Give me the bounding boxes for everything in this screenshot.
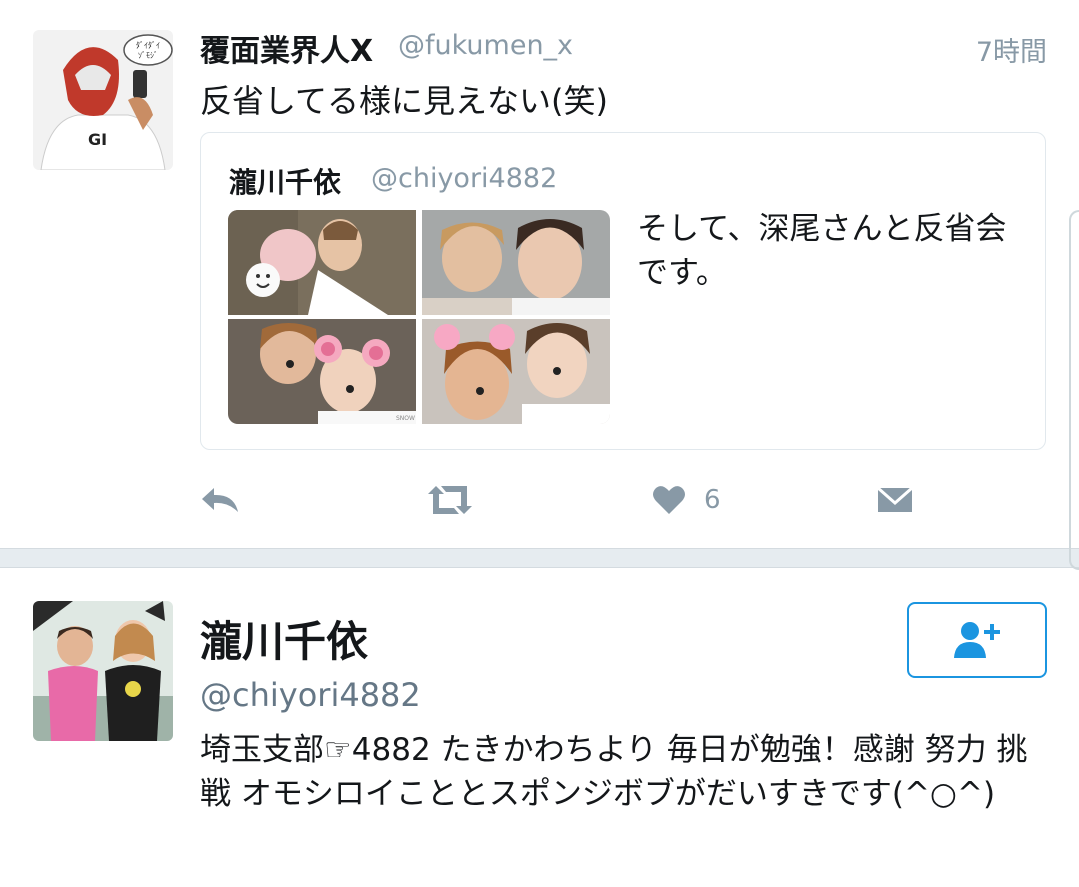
like-button[interactable]: 6 (652, 478, 721, 522)
author-name[interactable]: 覆面業界人X (200, 26, 373, 70)
profile-card[interactable]: 瀧川千依 @chiyori4882 埼玉支部☞4882 たきかわちより 毎日が勉… (0, 568, 1079, 887)
tweet-actions: 6 (200, 478, 1046, 522)
follow-button[interactable] (907, 602, 1047, 678)
heart-icon (653, 486, 685, 514)
tweet-timestamp[interactable]: 7時間 (976, 30, 1047, 69)
quoted-photo-3[interactable]: SNOW (228, 319, 416, 424)
profile-avatar[interactable] (33, 601, 173, 741)
quoted-photo-4[interactable] (422, 319, 610, 424)
reply-button[interactable] (200, 478, 240, 522)
quoted-author-handle: @chiyori4882 (371, 163, 558, 194)
svg-text:GI: GI (88, 130, 107, 149)
tweet[interactable]: ﾀﾞｲﾀﾞｲ ｿﾞﾓｼﾞ GI 覆面業界人X @fukumen_x 7時間 反省… (0, 0, 1079, 548)
quoted-photo-2[interactable] (422, 210, 610, 315)
profile-handle[interactable]: @chiyori4882 (200, 676, 421, 714)
tweet-text: 反省してる様に見えない(笑) (200, 82, 609, 120)
author-avatar[interactable]: ﾀﾞｲﾀﾞｲ ｿﾞﾓｼﾞ GI (33, 30, 173, 170)
svg-text:ｿﾞﾓｼﾞ: ｿﾞﾓｼﾞ (138, 51, 158, 60)
author-handle[interactable]: @fukumen_x (398, 30, 573, 61)
envelope-icon (877, 486, 913, 512)
like-count: 6 (704, 485, 721, 515)
timeline-separator (0, 548, 1079, 568)
retweet-button[interactable] (426, 478, 474, 522)
svg-text:ﾀﾞｲﾀﾞｲ: ﾀﾞｲﾀﾞｲ (136, 41, 160, 50)
quoted-photo-1[interactable] (228, 210, 416, 315)
direct-message-button[interactable] (876, 478, 914, 522)
profile-bio: 埼玉支部☞4882 たきかわちより 毎日が勉強！感謝 努力 挑戦 オモシロイこと… (200, 732, 1028, 812)
profile-name[interactable]: 瀧川千依 (200, 608, 368, 669)
scrollbar[interactable] (1069, 210, 1079, 570)
quoted-tweet-text: そして、深尾さんと反省会です。 (637, 211, 1007, 291)
quoted-media-grid[interactable]: SNOW (228, 210, 610, 424)
add-user-icon (954, 622, 1000, 658)
quoted-author-name: 瀧川千依 (229, 166, 342, 199)
retweet-icon (428, 486, 472, 514)
quoted-tweet[interactable]: 瀧川千依 @chiyori4882 SNOW そして、深尾さんと反省会です。 (200, 132, 1046, 450)
snow-watermark: SNOW (396, 415, 415, 422)
reply-icon (202, 488, 238, 512)
